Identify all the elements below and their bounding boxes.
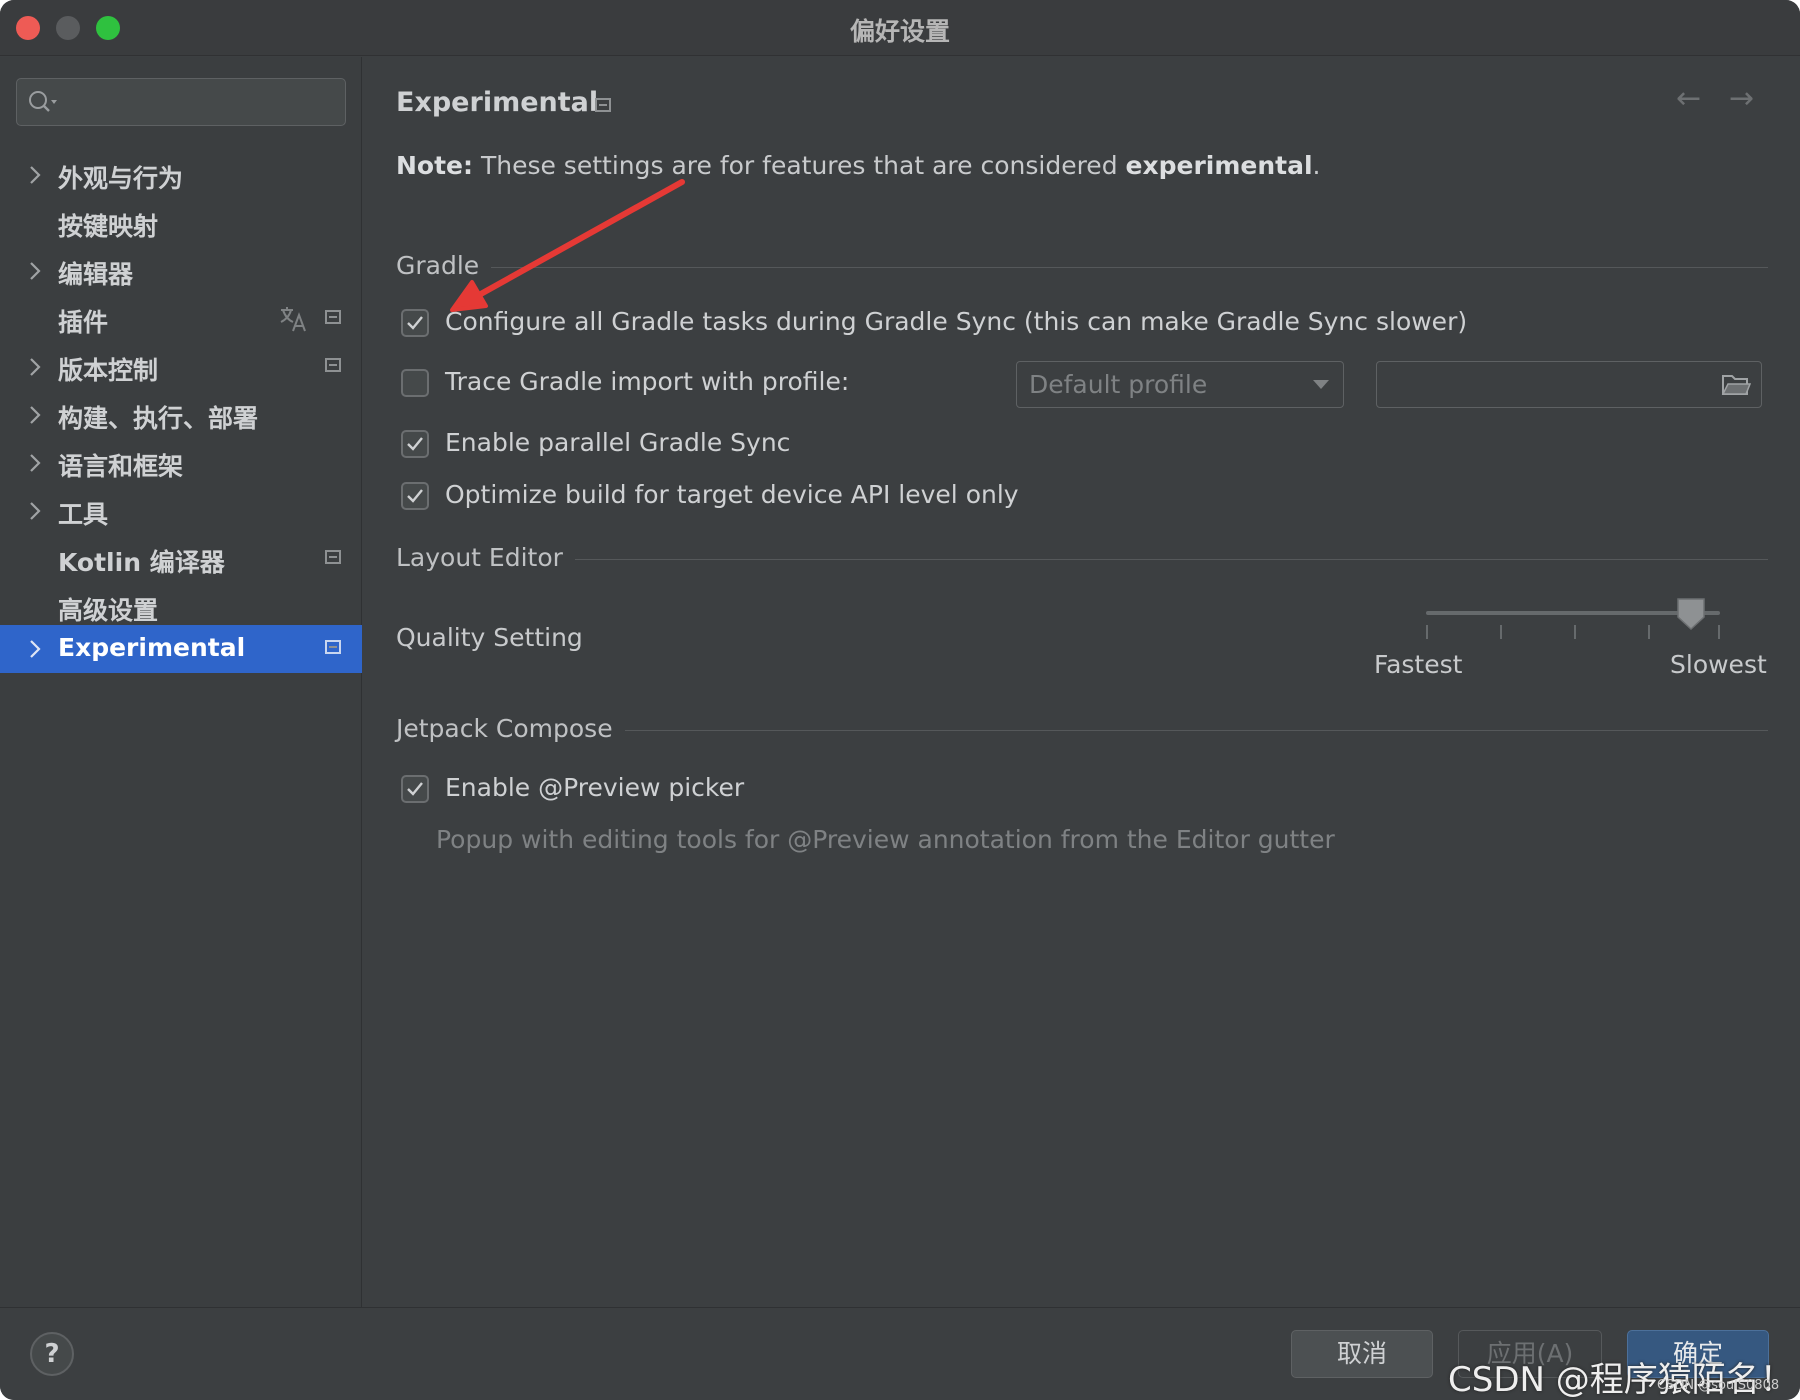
preferences-window: 偏好设置 外观与行为 按键映射 编辑器 插件 版本控制 构建、执行、部署 语言和… xyxy=(0,0,1800,1400)
help-icon[interactable]: ? xyxy=(30,1332,74,1376)
dialog-footer: ? 取消 应用(A) 确定 CSDN @程序猿陌名！ CSDN @soulS08… xyxy=(0,1307,1800,1400)
annotation-arrow xyxy=(450,179,685,312)
cancel-button[interactable]: 取消 xyxy=(1291,1330,1433,1378)
watermark-small: CSDN @soulS0808 xyxy=(1657,1378,1780,1393)
